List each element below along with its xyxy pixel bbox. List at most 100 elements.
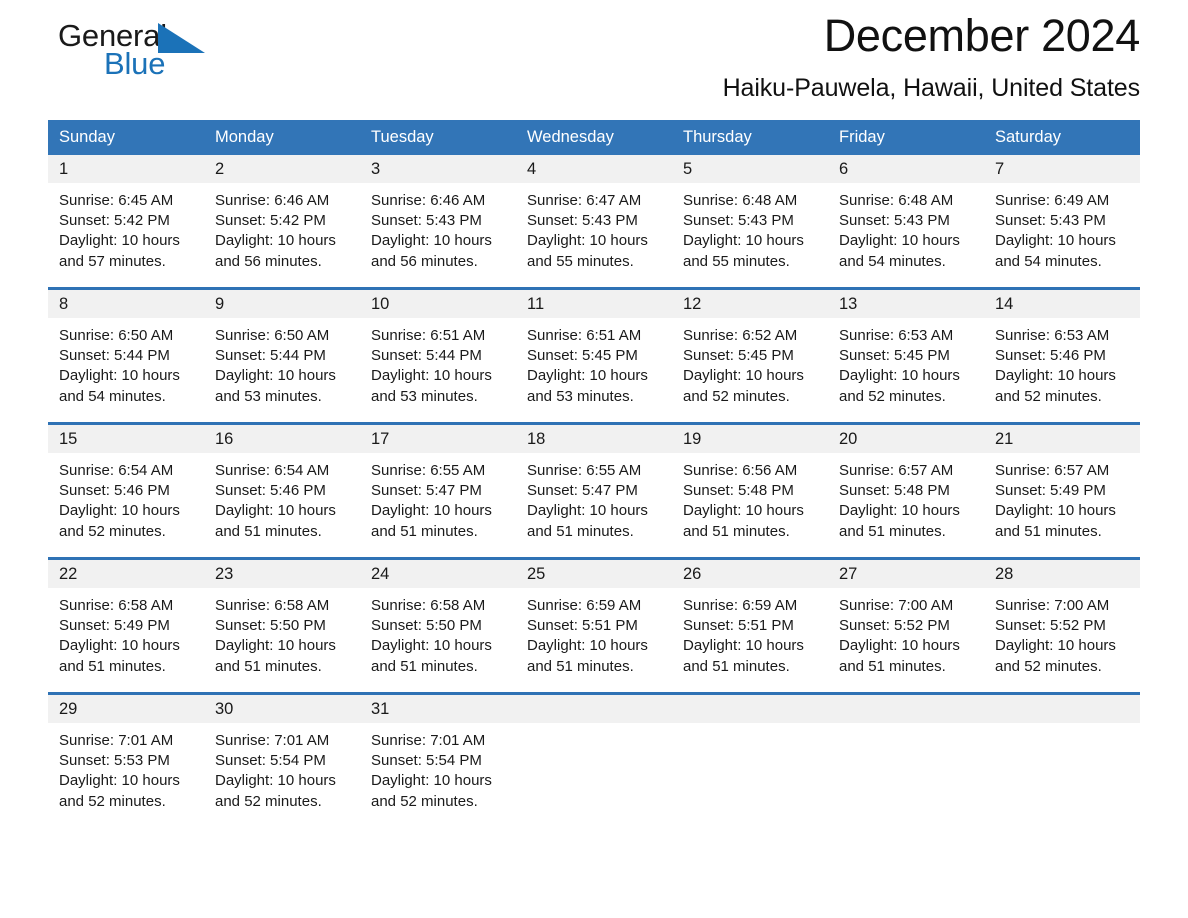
day-number[interactable]: 18 xyxy=(516,425,672,453)
day-cell-empty xyxy=(516,723,672,827)
day-detail: Sunrise: 6:57 AM Sunset: 5:48 PM Dayligh… xyxy=(839,462,960,540)
day-number[interactable]: 26 xyxy=(672,560,828,588)
day-cell[interactable]: Sunrise: 6:55 AM Sunset: 5:47 PM Dayligh… xyxy=(516,453,672,557)
day-cell[interactable]: Sunrise: 6:50 AM Sunset: 5:44 PM Dayligh… xyxy=(48,318,204,422)
weekday-header-thursday: Thursday xyxy=(672,120,828,155)
day-detail: Sunrise: 6:54 AM Sunset: 5:46 PM Dayligh… xyxy=(215,462,336,540)
day-cell[interactable]: Sunrise: 7:01 AM Sunset: 5:54 PM Dayligh… xyxy=(204,723,360,827)
day-cell-empty xyxy=(828,723,984,827)
day-cell[interactable]: Sunrise: 7:01 AM Sunset: 5:53 PM Dayligh… xyxy=(48,723,204,827)
day-cell[interactable]: Sunrise: 6:46 AM Sunset: 5:42 PM Dayligh… xyxy=(204,183,360,287)
day-number[interactable]: 17 xyxy=(360,425,516,453)
day-number[interactable]: 12 xyxy=(672,290,828,318)
day-cell[interactable]: Sunrise: 6:57 AM Sunset: 5:48 PM Dayligh… xyxy=(828,453,984,557)
day-number[interactable]: 25 xyxy=(516,560,672,588)
week-row-details: Sunrise: 6:50 AM Sunset: 5:44 PM Dayligh… xyxy=(48,318,1140,422)
general-blue-logo[interactable]: General Blue xyxy=(58,18,278,96)
day-cell[interactable]: Sunrise: 6:59 AM Sunset: 5:51 PM Dayligh… xyxy=(672,588,828,692)
day-cell[interactable]: Sunrise: 6:52 AM Sunset: 5:45 PM Dayligh… xyxy=(672,318,828,422)
day-number[interactable]: 22 xyxy=(48,560,204,588)
day-detail: Sunrise: 6:45 AM Sunset: 5:42 PM Dayligh… xyxy=(59,192,180,270)
day-cell[interactable]: Sunrise: 6:58 AM Sunset: 5:49 PM Dayligh… xyxy=(48,588,204,692)
day-number[interactable]: 2 xyxy=(204,155,360,183)
day-cell[interactable]: Sunrise: 6:50 AM Sunset: 5:44 PM Dayligh… xyxy=(204,318,360,422)
day-number[interactable]: 23 xyxy=(204,560,360,588)
day-detail: Sunrise: 6:53 AM Sunset: 5:46 PM Dayligh… xyxy=(995,327,1116,405)
day-number[interactable]: 6 xyxy=(828,155,984,183)
day-number[interactable]: 28 xyxy=(984,560,1140,588)
weekday-header-tuesday: Tuesday xyxy=(360,120,516,155)
day-number[interactable]: 7 xyxy=(984,155,1140,183)
day-number[interactable]: 14 xyxy=(984,290,1140,318)
day-cell[interactable]: Sunrise: 6:58 AM Sunset: 5:50 PM Dayligh… xyxy=(360,588,516,692)
day-number[interactable]: 3 xyxy=(360,155,516,183)
day-cell[interactable]: Sunrise: 6:54 AM Sunset: 5:46 PM Dayligh… xyxy=(204,453,360,557)
day-cell[interactable]: Sunrise: 6:55 AM Sunset: 5:47 PM Dayligh… xyxy=(360,453,516,557)
weekday-header-sunday: Sunday xyxy=(48,120,204,155)
week-row-details: Sunrise: 6:54 AM Sunset: 5:46 PM Dayligh… xyxy=(48,453,1140,557)
week-row-details: Sunrise: 6:58 AM Sunset: 5:49 PM Dayligh… xyxy=(48,588,1140,692)
weekday-header-saturday: Saturday xyxy=(984,120,1140,155)
day-cell[interactable]: Sunrise: 7:01 AM Sunset: 5:54 PM Dayligh… xyxy=(360,723,516,827)
day-number[interactable]: 5 xyxy=(672,155,828,183)
day-number-empty xyxy=(516,695,672,723)
logo-text-blue: Blue xyxy=(104,46,166,81)
day-detail: Sunrise: 6:57 AM Sunset: 5:49 PM Dayligh… xyxy=(995,462,1116,540)
day-number[interactable]: 9 xyxy=(204,290,360,318)
day-cell-empty xyxy=(672,723,828,827)
day-number[interactable]: 8 xyxy=(48,290,204,318)
day-number[interactable]: 11 xyxy=(516,290,672,318)
day-number[interactable]: 13 xyxy=(828,290,984,318)
day-cell[interactable]: Sunrise: 6:53 AM Sunset: 5:46 PM Dayligh… xyxy=(984,318,1140,422)
day-detail: Sunrise: 6:55 AM Sunset: 5:47 PM Dayligh… xyxy=(371,462,492,540)
day-detail: Sunrise: 7:01 AM Sunset: 5:54 PM Dayligh… xyxy=(371,732,492,810)
day-cell[interactable]: Sunrise: 6:45 AM Sunset: 5:42 PM Dayligh… xyxy=(48,183,204,287)
day-cell[interactable]: Sunrise: 6:56 AM Sunset: 5:48 PM Dayligh… xyxy=(672,453,828,557)
day-cell[interactable]: Sunrise: 6:51 AM Sunset: 5:44 PM Dayligh… xyxy=(360,318,516,422)
day-cell-empty xyxy=(984,723,1140,827)
day-number[interactable]: 30 xyxy=(204,695,360,723)
day-detail: Sunrise: 6:58 AM Sunset: 5:49 PM Dayligh… xyxy=(59,597,180,675)
week-row-daynumbers: 22 23 24 25 26 27 28 xyxy=(48,560,1140,588)
day-number[interactable]: 31 xyxy=(360,695,516,723)
day-number[interactable]: 27 xyxy=(828,560,984,588)
week-row-daynumbers: 29 30 31 xyxy=(48,695,1140,723)
day-cell[interactable]: Sunrise: 6:59 AM Sunset: 5:51 PM Dayligh… xyxy=(516,588,672,692)
calendar-body: 1 2 3 4 5 6 7 Sunrise: 6:45 AM Sunset: 5… xyxy=(48,155,1140,827)
day-number[interactable]: 10 xyxy=(360,290,516,318)
location-subtitle: Haiku-Pauwela, Hawaii, United States xyxy=(722,74,1141,102)
week-row-daynumbers: 8 9 10 11 12 13 14 xyxy=(48,290,1140,318)
day-detail: Sunrise: 6:59 AM Sunset: 5:51 PM Dayligh… xyxy=(683,597,804,675)
day-cell[interactable]: Sunrise: 6:54 AM Sunset: 5:46 PM Dayligh… xyxy=(48,453,204,557)
day-cell[interactable]: Sunrise: 6:48 AM Sunset: 5:43 PM Dayligh… xyxy=(672,183,828,287)
day-number[interactable]: 21 xyxy=(984,425,1140,453)
day-number[interactable]: 15 xyxy=(48,425,204,453)
day-detail: Sunrise: 6:50 AM Sunset: 5:44 PM Dayligh… xyxy=(59,327,180,405)
day-cell[interactable]: Sunrise: 7:00 AM Sunset: 5:52 PM Dayligh… xyxy=(984,588,1140,692)
day-number[interactable]: 24 xyxy=(360,560,516,588)
day-detail: Sunrise: 7:01 AM Sunset: 5:54 PM Dayligh… xyxy=(215,732,336,810)
day-cell[interactable]: Sunrise: 6:47 AM Sunset: 5:43 PM Dayligh… xyxy=(516,183,672,287)
day-cell[interactable]: Sunrise: 6:46 AM Sunset: 5:43 PM Dayligh… xyxy=(360,183,516,287)
day-detail: Sunrise: 6:50 AM Sunset: 5:44 PM Dayligh… xyxy=(215,327,336,405)
day-cell[interactable]: Sunrise: 6:49 AM Sunset: 5:43 PM Dayligh… xyxy=(984,183,1140,287)
day-cell[interactable]: Sunrise: 6:57 AM Sunset: 5:49 PM Dayligh… xyxy=(984,453,1140,557)
day-cell[interactable]: Sunrise: 6:58 AM Sunset: 5:50 PM Dayligh… xyxy=(204,588,360,692)
day-number[interactable]: 19 xyxy=(672,425,828,453)
weekday-header-row: Sunday Monday Tuesday Wednesday Thursday… xyxy=(48,120,1140,155)
day-number-empty xyxy=(984,695,1140,723)
day-number[interactable]: 16 xyxy=(204,425,360,453)
week-row-details: Sunrise: 6:45 AM Sunset: 5:42 PM Dayligh… xyxy=(48,183,1140,287)
weekday-header-monday: Monday xyxy=(204,120,360,155)
day-cell[interactable]: Sunrise: 7:00 AM Sunset: 5:52 PM Dayligh… xyxy=(828,588,984,692)
day-number[interactable]: 20 xyxy=(828,425,984,453)
day-detail: Sunrise: 6:48 AM Sunset: 5:43 PM Dayligh… xyxy=(839,192,960,270)
week-row-daynumbers: 1 2 3 4 5 6 7 xyxy=(48,155,1140,183)
day-cell[interactable]: Sunrise: 6:48 AM Sunset: 5:43 PM Dayligh… xyxy=(828,183,984,287)
day-number[interactable]: 4 xyxy=(516,155,672,183)
week-row-details: Sunrise: 7:01 AM Sunset: 5:53 PM Dayligh… xyxy=(48,723,1140,827)
day-cell[interactable]: Sunrise: 6:51 AM Sunset: 5:45 PM Dayligh… xyxy=(516,318,672,422)
day-number[interactable]: 1 xyxy=(48,155,204,183)
day-number[interactable]: 29 xyxy=(48,695,204,723)
day-cell[interactable]: Sunrise: 6:53 AM Sunset: 5:45 PM Dayligh… xyxy=(828,318,984,422)
